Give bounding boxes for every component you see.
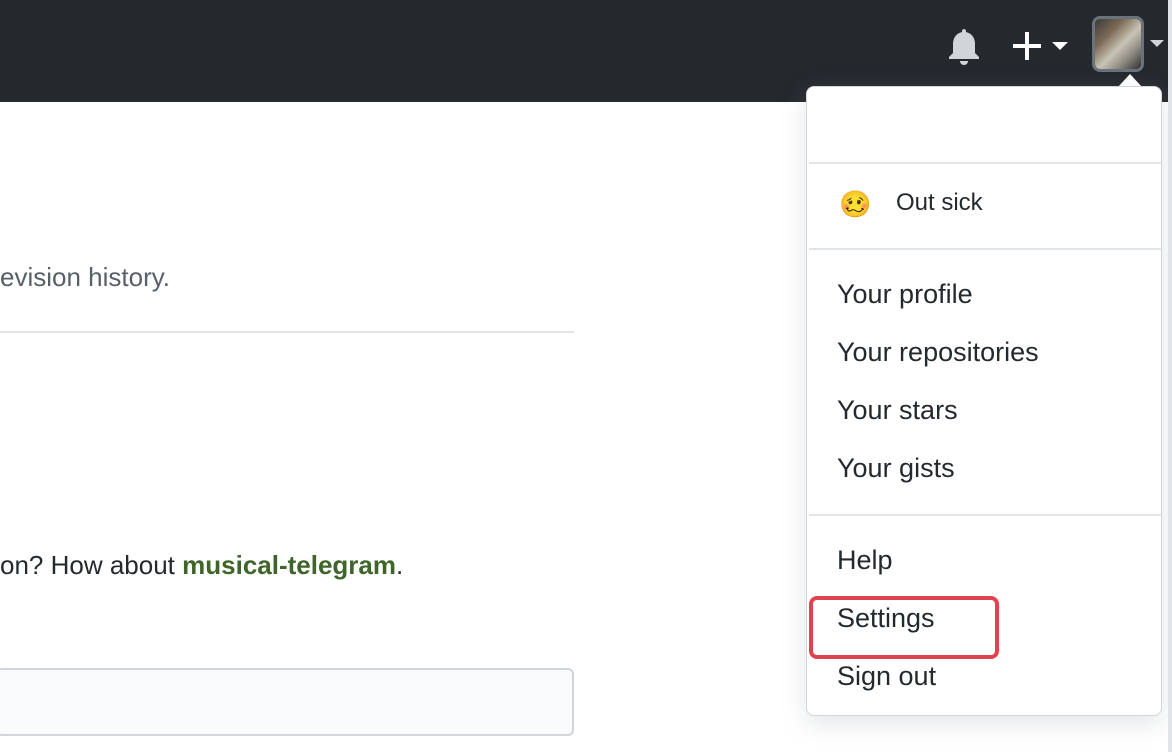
dropdown-divider xyxy=(809,514,1161,516)
menu-item-label: Help xyxy=(837,545,893,575)
status-emoji-icon: 🥴 xyxy=(839,189,872,219)
menu-item-label: Settings xyxy=(837,603,935,633)
user-dropdown-menu: 🥴 Out sick Your profile Your repositorie… xyxy=(806,86,1162,716)
description-input[interactable] xyxy=(0,668,574,736)
set-status-item[interactable]: 🥴 Out sick xyxy=(809,167,1161,247)
signed-in-header xyxy=(837,117,1157,147)
create-new-button[interactable] xyxy=(1012,28,1074,64)
menu-item-label: Your repositories xyxy=(837,337,1039,367)
suggestion-suffix: . xyxy=(396,550,404,580)
description-text: evision history. xyxy=(0,262,171,292)
window-edge xyxy=(1168,0,1172,752)
suggestion-prefix: on? How about xyxy=(0,550,183,580)
menu-item-your-stars[interactable]: Your stars xyxy=(809,387,1161,441)
name-suggestion-text: on? How about musical-telegram. xyxy=(0,550,403,581)
bell-icon[interactable] xyxy=(946,26,982,66)
content-divider xyxy=(0,331,574,333)
dropdown-divider xyxy=(809,248,1161,250)
menu-item-label: Your profile xyxy=(837,279,973,309)
plus-caret-icon xyxy=(1052,42,1068,50)
menu-item-label: Your gists xyxy=(837,453,955,483)
menu-item-your-repositories[interactable]: Your repositories xyxy=(809,329,1161,383)
menu-item-label: Your stars xyxy=(837,395,958,425)
menu-item-your-profile[interactable]: Your profile xyxy=(809,271,1161,325)
caret-down-icon xyxy=(1150,40,1164,47)
status-text: Out sick xyxy=(896,189,983,216)
menu-item-your-gists[interactable]: Your gists xyxy=(809,445,1161,499)
menu-item-settings[interactable]: Settings xyxy=(809,595,1161,649)
menu-item-label: Sign out xyxy=(837,661,937,691)
menu-item-help[interactable]: Help xyxy=(809,537,1161,591)
avatar-menu-button[interactable] xyxy=(1092,16,1172,76)
dropdown-divider xyxy=(809,162,1161,164)
avatar xyxy=(1092,16,1144,72)
suggestion-link[interactable]: musical-telegram xyxy=(182,550,396,580)
menu-item-sign-out[interactable]: Sign out xyxy=(809,653,1161,707)
